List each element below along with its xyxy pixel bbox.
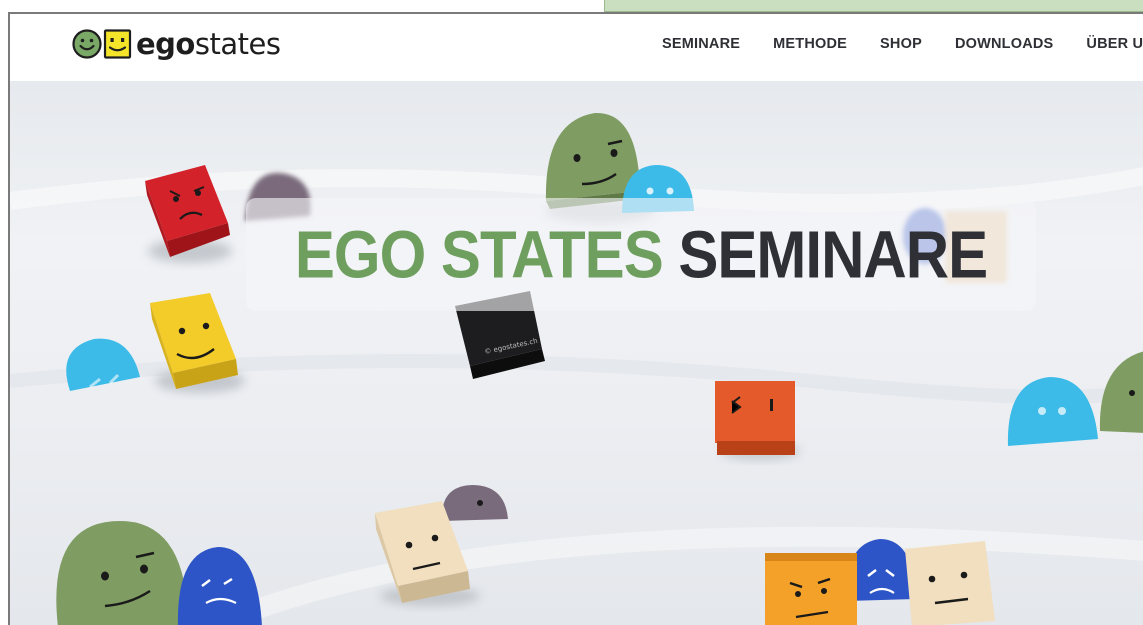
hero-banner: © egostates.ch EGO STATES SEMINARE [10, 81, 1143, 625]
beige-right-block-icon [905, 541, 995, 625]
logo-word-states: states [194, 27, 281, 61]
site-logo[interactable]: egostates [72, 27, 281, 61]
site-header: egostates SEMINARE METHODE SHOP DOWNLOAD… [10, 14, 1143, 81]
purple-bottom-dome-icon [441, 485, 508, 521]
hero-background-image: © egostates.ch [10, 112, 1143, 625]
browser-viewport: egostates SEMINARE METHODE SHOP DOWNLOAD… [8, 12, 1143, 625]
hero-title-green: EGO STATES [294, 216, 664, 292]
green-bottom-dome-icon [56, 521, 188, 625]
top-decorative-strip [604, 0, 1143, 12]
hero-title-panel: EGO STATES SEMINARE [246, 198, 1036, 311]
hero-title: EGO STATES SEMINARE [295, 220, 988, 288]
logo-wordmark: egostates [136, 27, 281, 61]
nav-item-shop[interactable]: SHOP [880, 36, 922, 52]
nav-item-ueber-uns[interactable]: ÜBER UN [1086, 36, 1143, 52]
main-navigation: SEMINARE METHODE SHOP DOWNLOADS ÜBER UN [662, 36, 1143, 52]
orange-block-icon [715, 381, 800, 460]
yellow-smile-block-icon [150, 293, 245, 393]
blue-bottom-dome-icon [177, 547, 262, 625]
logo-word-ego: ego [136, 27, 195, 61]
cyan-right-dome-icon [1007, 377, 1098, 446]
nav-item-methode[interactable]: METHODE [773, 36, 847, 52]
hero-title-dark: SEMINARE [678, 216, 988, 292]
orange-frown-block-icon [765, 553, 857, 625]
cyan-left-dome-icon [66, 338, 140, 391]
nav-item-seminare[interactable]: SEMINARE [662, 36, 740, 52]
smiley-logo-icon [72, 29, 132, 59]
nav-item-downloads[interactable]: DOWNLOADS [955, 36, 1053, 52]
green-right-dome-icon [1099, 351, 1143, 433]
